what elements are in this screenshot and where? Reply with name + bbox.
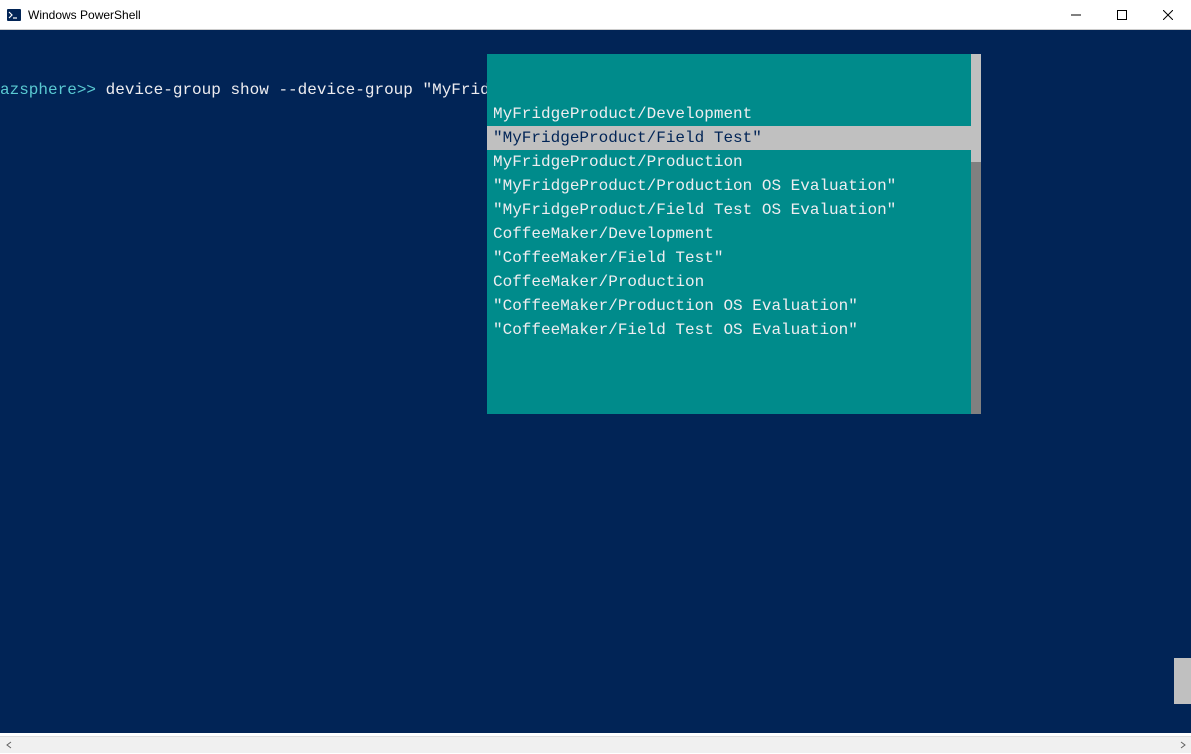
dropdown-item[interactable]: "CoffeeMaker/Field Test" [487,246,981,270]
scroll-right-arrow[interactable] [1174,737,1191,754]
window-title: Windows PowerShell [28,8,1053,22]
prompt: azsphere>> [0,81,96,99]
window-controls [1053,0,1191,29]
dropdown-item[interactable]: CoffeeMaker/Production [487,270,981,294]
terminal-area[interactable]: azsphere>> device-group show --device-gr… [0,30,1191,733]
powershell-icon [6,7,22,23]
dropdown-item[interactable]: "CoffeeMaker/Field Test OS Evaluation" [487,318,981,342]
dropdown-item[interactable]: "MyFridgeProduct/Field Test" [487,126,981,150]
maximize-button[interactable] [1099,0,1145,29]
scroll-left-arrow[interactable] [0,737,17,754]
minimize-button[interactable] [1053,0,1099,29]
close-button[interactable] [1145,0,1191,29]
dropdown-item[interactable]: MyFridgeProduct/Development [487,102,981,126]
titlebar: Windows PowerShell [0,0,1191,30]
horizontal-scrollbar[interactable] [0,736,1191,753]
dropdown-item[interactable]: "MyFridgeProduct/Field Test OS Evaluatio… [487,198,981,222]
vertical-scrollbar-thumb[interactable] [1174,658,1191,704]
dropdown-scroll-thumb[interactable] [971,54,981,162]
dropdown-item[interactable]: "MyFridgeProduct/Production OS Evaluatio… [487,174,981,198]
dropdown-item[interactable]: MyFridgeProduct/Production [487,150,981,174]
command-text: device-group show --device-group [106,81,413,99]
